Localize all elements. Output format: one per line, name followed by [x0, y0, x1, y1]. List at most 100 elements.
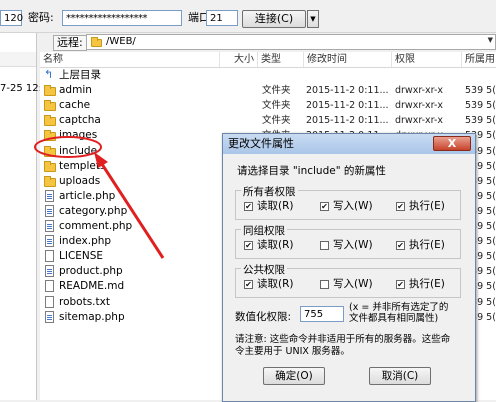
dialog-title: 更改文件属性 — [228, 137, 294, 150]
group-read-label: 读取(R) — [257, 239, 294, 251]
local-date-fragment: 7-25 12: — [0, 83, 42, 94]
php-file-icon — [45, 310, 54, 323]
connect-button[interactable]: 连接(C) — [242, 10, 306, 28]
owner-write-checkbox[interactable]: ✔ — [320, 202, 329, 211]
ok-button[interactable]: 确定(O) — [263, 367, 325, 385]
folder-icon — [44, 115, 56, 127]
file-type: 文件夹 — [262, 100, 291, 112]
file-owner: 539 5( — [465, 115, 496, 127]
file-permissions: drwxr-xr-x — [395, 85, 444, 97]
file-owner: 539 5( — [465, 100, 496, 112]
dialog-titlebar[interactable]: 更改文件属性 X — [223, 134, 475, 154]
column-name[interactable]: 名称 — [40, 52, 220, 67]
file-name: LICENSE — [59, 250, 104, 263]
column-modified[interactable]: 修改时间 — [304, 52, 392, 67]
dialog-prompt: 请选择目录 "include" 的新属性 — [237, 165, 386, 177]
connect-dropdown-button[interactable]: ▼ — [307, 10, 319, 28]
group-exec-label: 执行(E) — [409, 239, 445, 251]
public-permissions-group: 公共权限 ✔ 读取(R) 写入(W) ✔ 执行(E) — [235, 262, 461, 298]
local-file-pane[interactable]: 7-25 12: — [0, 33, 42, 400]
remote-path-input[interactable]: /WEB/ ▼ — [86, 34, 496, 50]
cancel-button[interactable]: 取消(C) — [369, 367, 431, 385]
file-name: article.php — [59, 189, 116, 202]
group-write-label: 写入(W) — [333, 239, 373, 251]
file-type: 文件夹 — [262, 85, 291, 97]
file-row[interactable]: ↰ 上层目录 — [40, 68, 496, 83]
file-name: index.php — [59, 235, 112, 248]
file-row[interactable]: cache 文件夹 2015-11-2 0:11... drwxr-xr-x 539 5… — [40, 98, 496, 113]
owner-read-checkbox[interactable]: ✔ — [244, 202, 253, 211]
file-permissions: drwxr-xr-x — [395, 100, 444, 112]
file-row[interactable]: captcha 文件夹 2015-11-2 0:11... drwxr-xr-x 539… — [40, 113, 496, 128]
numeric-hint-line-1: (x = 并非所有选定了的 — [349, 302, 449, 313]
file-list-header: 名称 大小 类型 修改时间 权限 所属用户 — [40, 52, 496, 80]
php-file-icon — [45, 220, 54, 232]
group-group-label: 同组权限 — [241, 223, 287, 238]
chevron-down-icon[interactable]: ▼ — [488, 36, 493, 44]
group-permissions-group: 同组权限 ✔ 读取(R) 写入(W) ✔ 执行(E) — [235, 223, 461, 259]
remote-path-value: /WEB/ — [106, 36, 136, 47]
php-file-icon — [45, 235, 54, 248]
public-exec-checkbox[interactable]: ✔ — [396, 280, 405, 289]
folder-icon — [91, 37, 102, 47]
group-write-checkbox[interactable] — [320, 241, 329, 250]
file-row[interactable]: admin 文件夹 2015-11-2 0:11... drwxr-xr-x 539 5… — [40, 83, 496, 98]
file-name: include — [59, 144, 98, 157]
file-name: captcha — [59, 114, 101, 127]
owner-group-label: 所有者权限 — [241, 184, 298, 199]
file-name: product.php — [59, 265, 123, 278]
file-name: 上层目录 — [59, 69, 101, 81]
password-label: 密码: — [28, 11, 54, 24]
up-arrow-icon: ↰ — [44, 68, 54, 81]
column-size[interactable]: 大小 — [220, 52, 258, 67]
public-read-checkbox[interactable]: ✔ — [244, 280, 253, 289]
file-modified: 2015-11-2 0:11... — [306, 100, 389, 112]
file-name: cache — [59, 99, 91, 112]
file-modified: 2015-11-2 0:11... — [306, 115, 389, 127]
server-note-line-2: 令主要用于 UNIX 服务器。 — [235, 346, 350, 357]
numeric-permission-label: 数值化权限: — [235, 311, 292, 323]
group-exec-checkbox[interactable]: ✔ — [396, 241, 405, 250]
column-permissions[interactable]: 权限 — [392, 52, 462, 67]
owner-exec-checkbox[interactable]: ✔ — [396, 202, 405, 211]
group-read-checkbox[interactable]: ✔ — [244, 241, 253, 250]
file-owner: 539 5( — [465, 85, 496, 97]
public-exec-label: 执行(E) — [409, 278, 445, 290]
php-file-icon — [45, 204, 54, 217]
public-group-label: 公共权限 — [241, 262, 287, 277]
port-input[interactable]: 21 — [206, 10, 238, 26]
file-name: uploads — [59, 174, 101, 187]
file-name: comment.php — [59, 220, 133, 232]
file-icon — [45, 250, 54, 263]
numeric-permission-input[interactable]: 755 — [300, 306, 344, 322]
connection-toolbar: 120 密码: ****************** 端口： 21 连接(C) … — [0, 0, 496, 33]
folder-icon — [44, 100, 56, 112]
php-file-icon — [45, 265, 54, 278]
owner-exec-label: 执行(E) — [409, 200, 445, 212]
folder-icon — [44, 175, 56, 187]
owner-write-label: 写入(W) — [333, 200, 373, 212]
port-field-fragment[interactable]: 120 — [0, 10, 23, 26]
public-write-checkbox[interactable] — [320, 280, 329, 289]
file-icon — [45, 280, 54, 293]
column-type[interactable]: 类型 — [258, 52, 304, 67]
column-owner[interactable]: 所属用户 — [462, 52, 496, 80]
folder-icon — [44, 160, 56, 172]
php-file-icon — [45, 189, 54, 202]
owner-read-label: 读取(R) — [257, 200, 294, 212]
file-name: README.md — [59, 280, 125, 293]
password-input[interactable]: ****************** — [62, 10, 182, 26]
numeric-hint-line-2: 文件都具有相同属性) — [349, 313, 439, 324]
file-name: robots.txt — [59, 295, 110, 308]
remote-path-label: 远程: — [53, 35, 87, 51]
folder-icon — [44, 85, 56, 97]
owner-permissions-group: 所有者权限 ✔ 读取(R) ✔ 写入(W) ✔ 执行(E) — [235, 184, 461, 220]
file-name: category.php — [59, 204, 128, 217]
local-pane-header — [0, 52, 36, 67]
folder-icon — [44, 130, 56, 142]
change-file-attributes-dialog: 更改文件属性 X 请选择目录 "include" 的新属性 所有者权限 ✔ 读取… — [222, 133, 476, 402]
close-button[interactable]: X — [433, 136, 471, 151]
file-name: admin — [59, 84, 92, 97]
public-write-label: 写入(W) — [333, 278, 373, 290]
file-permissions: drwxr-xr-x — [395, 115, 444, 127]
